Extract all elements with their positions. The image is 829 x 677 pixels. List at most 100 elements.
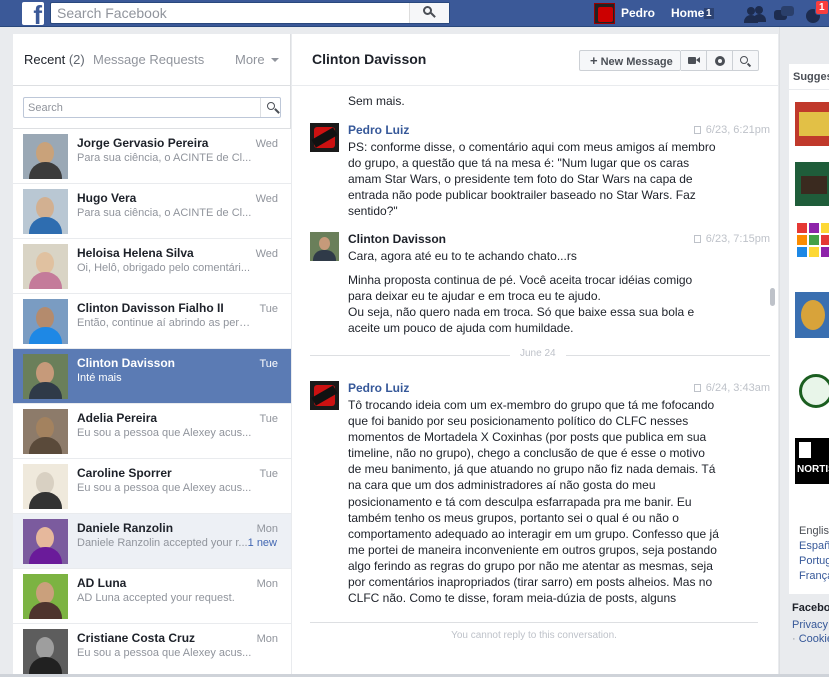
message-pane[interactable]: Sem mais. Pedro Luiz 6/23, 6:21pm PS: co… — [292, 87, 778, 609]
tab-message-requests[interactable]: Message Requests — [93, 52, 204, 67]
sender-name[interactable]: Pedro Luiz — [348, 123, 409, 137]
thread-date: Mon — [256, 578, 278, 590]
seen-icon — [693, 235, 701, 243]
message-text: Cara, agora até eu to te achando chato..… — [348, 249, 577, 263]
thread-name: Heloisa Helena Silva — [77, 246, 194, 260]
avatar[interactable] — [23, 189, 68, 234]
tab-recent[interactable]: Recent (2) — [24, 52, 85, 67]
message-timestamp: 6/24, 3:43am — [693, 382, 770, 394]
thread-item[interactable]: Caroline Sporrer Eu sou a pessoa que Alex… — [13, 459, 291, 514]
thread-search-box[interactable] — [23, 97, 281, 118]
search-icon — [423, 6, 432, 15]
video-call-button[interactable] — [681, 50, 707, 71]
gear-icon — [715, 56, 725, 66]
language-selector: English Españ Portug França — [789, 512, 829, 594]
avatar[interactable] — [310, 123, 339, 152]
thread-date: Mon — [256, 523, 278, 535]
message-text: Ou seja, não quero nada em troca. Só que… — [348, 305, 695, 335]
thread-search-input[interactable] — [24, 98, 254, 117]
thread-item[interactable]: Adelia Pereira Eu sou a pessoa que Alexey… — [13, 404, 291, 459]
home-link[interactable]: Home — [671, 6, 704, 20]
suggested-group-thumbnail[interactable] — [795, 372, 829, 412]
thread-name: Hugo Vera — [77, 191, 137, 205]
thread-item[interactable]: AD Luna AD Luna accepted your request. Mon — [13, 569, 291, 624]
thread-item[interactable]: Clinton Davisson Inté mais Tue — [13, 349, 291, 404]
tab-more[interactable]: More — [235, 52, 279, 67]
user-avatar[interactable] — [594, 3, 615, 24]
avatar[interactable] — [23, 354, 68, 399]
thread-snippet: Inté mais — [77, 372, 122, 384]
privacy-link[interactable]: Privacy — [792, 619, 828, 631]
suggested-group-thumbnail[interactable] — [795, 102, 829, 146]
avatar[interactable] — [310, 381, 339, 410]
thread-snippet: Eu sou a pessoa que Alexey acus... — [77, 482, 252, 494]
thread-date: Tue — [259, 468, 278, 480]
thread-name: Adelia Pereira — [77, 411, 158, 425]
facebook-logo[interactable]: f — [22, 2, 44, 25]
thread-list: Jorge Gervasio Pereira Para sua ciência, … — [13, 128, 291, 677]
thread-date: Mon — [256, 633, 278, 645]
footer-title: Faceboo — [792, 602, 829, 614]
message-timestamp: 6/23, 7:15pm — [693, 233, 770, 245]
thread-item[interactable]: Cristiane Costa Cruz Eu sou a pessoa que … — [13, 624, 291, 677]
new-count-badge: 1 new — [247, 537, 277, 549]
seen-icon — [693, 126, 701, 134]
profile-link[interactable]: Pedro — [621, 6, 655, 20]
search-icon — [740, 56, 748, 64]
avatar[interactable] — [23, 134, 68, 179]
thread-item[interactable]: Heloisa Helena Silva Oi, Helô, obrigado p… — [13, 239, 291, 294]
search-icon[interactable] — [267, 102, 275, 110]
avatar[interactable] — [23, 244, 68, 289]
avatar[interactable] — [23, 519, 68, 564]
friend-requests-icon[interactable] — [744, 4, 766, 24]
avatar[interactable] — [23, 464, 68, 509]
thread-date: Tue — [259, 413, 278, 425]
thread-name: Jorge Gervasio Pereira — [77, 136, 209, 150]
new-message-button[interactable]: + New Message — [579, 50, 681, 71]
suggested-group-thumbnail[interactable] — [795, 292, 829, 338]
thread-snippet: Eu sou a pessoa que Alexey acus... — [77, 427, 252, 439]
thread-item[interactable]: Jorge Gervasio Pereira Para sua ciência, … — [13, 129, 291, 184]
messages-icon[interactable] — [773, 4, 795, 24]
suggested-group-thumbnail[interactable]: NORTIST — [795, 438, 829, 484]
avatar[interactable] — [23, 574, 68, 619]
avatar[interactable] — [23, 629, 68, 674]
thread-snippet: Para sua ciência, o ACINTE de Cl... — [77, 152, 252, 164]
global-search-box[interactable] — [50, 2, 450, 24]
thread-snippet: AD Luna accepted your request. — [77, 592, 235, 604]
thread-snippet: Para sua ciência, o ACINTE de Cl... — [77, 207, 252, 219]
plus-icon: + — [590, 53, 598, 68]
thread-item[interactable]: Clinton Davisson Fialho II Então, continu… — [13, 294, 291, 349]
avatar[interactable] — [23, 409, 68, 454]
message-text: Tô trocando ideia com um ex-membro do gr… — [348, 398, 719, 609]
language-link[interactable]: Españ — [799, 539, 829, 554]
inbox-tabs: Recent (2) Message Requests More — [13, 34, 291, 86]
thread-snippet: Daniele Ranzolin accepted your r... — [77, 537, 248, 549]
conversation-column: Clinton Davisson + New Message Sem mais. … — [292, 34, 778, 677]
language-link[interactable]: França — [799, 569, 829, 584]
avatar[interactable] — [23, 299, 68, 344]
conversation-title[interactable]: Clinton Davisson — [312, 51, 426, 67]
right-sidebar: Sugges NORTIST English Españ Portug Fran… — [779, 27, 829, 677]
message-scrollbar[interactable] — [770, 288, 775, 306]
global-search-input[interactable] — [51, 3, 411, 23]
cookies-link[interactable]: · Cookie — [792, 633, 829, 645]
suggested-group-thumbnail[interactable] — [795, 221, 829, 261]
thread-date: Wed — [255, 248, 278, 260]
current-language: English — [799, 525, 829, 537]
language-link[interactable]: Portug — [799, 554, 829, 569]
thread-item[interactable]: Daniele Ranzolin Daniele Ranzolin accepte… — [13, 514, 291, 569]
thread-item[interactable]: Hugo Vera Para sua ciência, o ACINTE de C… — [13, 184, 291, 239]
home-count-badge: 1 — [704, 8, 714, 19]
thread-name: Cristiane Costa Cruz — [77, 631, 196, 645]
sender-name[interactable]: Clinton Davisson — [348, 232, 446, 246]
settings-button[interactable] — [707, 50, 733, 71]
suggested-group-thumbnail[interactable] — [795, 162, 829, 206]
avatar[interactable] — [310, 232, 339, 261]
sender-name[interactable]: Pedro Luiz — [348, 381, 409, 395]
thread-name: Clinton Davisson — [77, 356, 176, 370]
search-conversation-button[interactable] — [733, 50, 759, 71]
thread-snippet: Então, continue aí abrindo as pern... — [77, 317, 252, 329]
search-button[interactable] — [409, 3, 449, 23]
thread-date: Tue — [259, 303, 278, 315]
